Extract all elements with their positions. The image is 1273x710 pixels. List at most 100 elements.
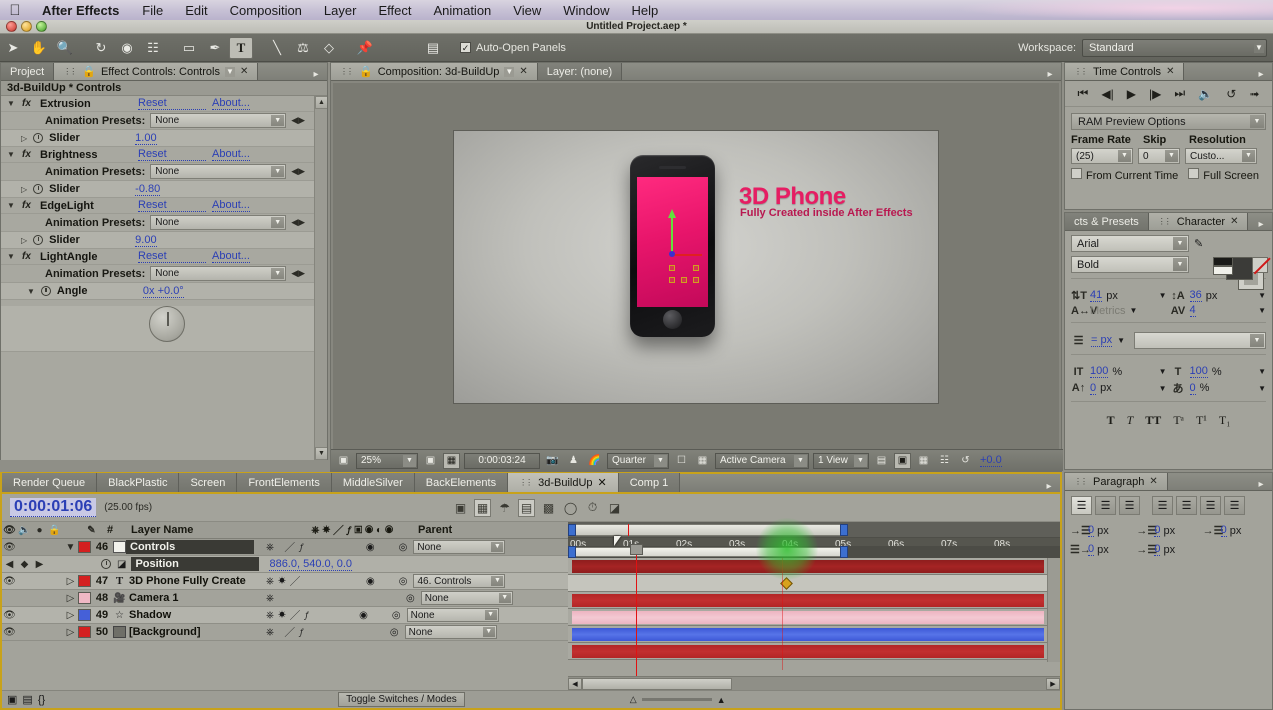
layer-color-chip[interactable] xyxy=(78,541,91,553)
layer-name[interactable]: Camera 1 xyxy=(126,592,254,604)
tab-blackplastic[interactable]: BlackPlastic xyxy=(97,473,180,492)
scroll-right-icon[interactable]: ▶ xyxy=(1046,677,1060,690)
layer-color-chip[interactable] xyxy=(78,609,91,621)
effect-param-row[interactable]: ▷ Slider -0.80 xyxy=(1,181,327,198)
close-icon[interactable]: ✕ xyxy=(1149,476,1157,487)
layer-color-chip[interactable] xyxy=(78,626,91,638)
bw-swatch[interactable] xyxy=(1213,257,1234,276)
effect-controls-scrollbar[interactable]: ▲ ▼ xyxy=(314,96,327,460)
navigator-start-handle[interactable] xyxy=(568,524,576,536)
layer-switches[interactable]: ⎈ xyxy=(266,593,274,604)
puppet-pin-tool[interactable]: 📌 xyxy=(353,37,377,59)
take-snapshot-icon[interactable]: 📷 xyxy=(544,453,561,469)
expression-icon[interactable]: {} xyxy=(38,694,45,706)
tab-time-controls[interactable]: ⋮⋮ Time Controls ✕ xyxy=(1065,63,1185,80)
font-style-select[interactable]: Bold ▼ xyxy=(1071,256,1189,273)
disclosure-triangle-icon[interactable]: ▷ xyxy=(63,576,78,587)
eraser-tool[interactable]: ◇ xyxy=(317,37,341,59)
composition-stage[interactable]: 3D Phone Fully Created inside After Effe… xyxy=(333,83,1059,451)
show-channel-icon[interactable]: 🌈 xyxy=(586,453,603,469)
stopwatch-icon[interactable] xyxy=(40,286,51,296)
layer-handle[interactable] xyxy=(669,265,675,271)
font-size-field[interactable]: ⇅T 41 px ▼ xyxy=(1071,289,1167,302)
pen-tool[interactable]: ✒ xyxy=(203,37,227,59)
video-toggle-icon[interactable]: 👁 xyxy=(2,576,17,587)
disclosure-triangle-icon[interactable]: ▷ xyxy=(21,236,27,245)
transparency-grid-icon[interactable]: ▦ xyxy=(694,453,711,469)
reset-link[interactable]: Reset xyxy=(138,250,206,263)
current-time-display[interactable]: 0:00:01:06 xyxy=(10,498,97,517)
skip-select[interactable]: 0 ▼ xyxy=(1138,148,1180,164)
chevron-down-icon[interactable]: ▼ xyxy=(1258,306,1266,315)
rotate-tool[interactable]: ↻ xyxy=(89,37,113,59)
tab-project[interactable]: Project xyxy=(1,63,55,80)
toggle-switches-modes-button[interactable]: Toggle Switches / Modes xyxy=(338,692,465,707)
apple-icon[interactable]:  xyxy=(0,2,30,19)
work-area-range[interactable] xyxy=(570,547,844,557)
draft-3d-icon[interactable]: ▦ xyxy=(474,498,492,517)
timeline-horizontal-scrollbar[interactable]: ◀ ▶ xyxy=(568,676,1060,690)
exposure-value[interactable]: +0.0 xyxy=(980,454,1002,467)
disclosure-triangle-icon[interactable]: ▼ xyxy=(7,99,16,108)
animation-presets-select[interactable]: None ▼ xyxy=(150,266,287,281)
playhead-line[interactable] xyxy=(636,546,637,694)
navigator-end-handle[interactable] xyxy=(840,524,848,536)
horizontal-scale-field[interactable]: T 100 % ▼ xyxy=(1171,365,1266,378)
preset-nav-arrows[interactable]: ◀▶ xyxy=(291,268,305,279)
graph-editor-icon[interactable]: ◪ xyxy=(606,499,623,517)
resolution-select[interactable]: Custo... ▼ xyxy=(1185,148,1257,164)
menu-effect[interactable]: Effect xyxy=(367,3,422,18)
frame-render-icon[interactable]: ▤ xyxy=(22,693,32,706)
play-icon[interactable]: ▶ xyxy=(1127,87,1136,101)
chevron-down-icon[interactable]: ▼ xyxy=(1159,367,1167,376)
layer-switches[interactable]: ⎈ ╱𝑓 xyxy=(266,542,308,553)
zoom-tool[interactable]: 🔍 xyxy=(53,37,77,59)
tab-layer[interactable]: Layer: (none) xyxy=(537,63,623,80)
preset-nav-arrows[interactable]: ◀▶ xyxy=(291,115,305,126)
parent-select[interactable]: 46. Controls ▼ xyxy=(413,574,506,588)
panel-menu-icon[interactable]: ▸ xyxy=(1250,479,1272,490)
menu-view[interactable]: View xyxy=(502,3,552,18)
disclosure-triangle-icon[interactable]: ▷ xyxy=(63,593,78,604)
app-name-menu[interactable]: After Effects xyxy=(30,3,131,18)
disclosure-triangle-icon[interactable]: ▼ xyxy=(7,252,16,261)
track-row-property[interactable] xyxy=(568,575,1060,592)
align-left-icon[interactable]: ☰ xyxy=(1071,496,1092,515)
small-caps-style-icon[interactable]: Tᵃ xyxy=(1173,413,1184,428)
zoom-select[interactable]: 25% ▼ xyxy=(356,452,418,469)
font-family-select[interactable]: Arial ▼ xyxy=(1071,235,1189,252)
menu-layer[interactable]: Layer xyxy=(313,3,368,18)
tab-character[interactable]: ⋮⋮ Character ✕ xyxy=(1148,213,1249,230)
all-caps-style-icon[interactable]: TT xyxy=(1145,413,1161,428)
comp-flowchart-icon[interactable]: ▣ xyxy=(7,693,17,706)
3d-layer-icon[interactable]: ◉ xyxy=(366,576,375,587)
timeline-vertical-scrollbar[interactable] xyxy=(1047,558,1060,662)
layer-color-chip[interactable] xyxy=(78,592,91,604)
time-navigator[interactable] xyxy=(568,522,1060,538)
indent-right-value[interactable]: 0 xyxy=(1220,524,1227,537)
reset-link[interactable]: Reset xyxy=(138,97,206,110)
tab-frontelements[interactable]: FrontElements xyxy=(237,473,332,492)
parent-pickwhip-icon[interactable]: ◎ xyxy=(399,542,408,553)
zoom-slider[interactable] xyxy=(641,698,712,701)
parent-pickwhip-icon[interactable]: ◎ xyxy=(406,593,415,604)
preset-nav-arrows[interactable]: ◀▶ xyxy=(291,166,305,177)
disclosure-triangle-icon[interactable]: ▼ xyxy=(63,542,78,553)
3d-axis-gizmo[interactable] xyxy=(663,209,709,283)
layer-bar[interactable] xyxy=(572,628,1044,641)
layer-handle[interactable] xyxy=(693,277,699,283)
playhead-handle[interactable] xyxy=(630,544,643,555)
no-color-icon[interactable] xyxy=(1252,257,1268,273)
close-icon[interactable]: ✕ xyxy=(598,476,607,489)
selection-tool[interactable]: ➤ xyxy=(1,37,25,59)
disclosure-triangle-icon[interactable]: ▼ xyxy=(7,150,16,159)
close-icon[interactable]: ✕ xyxy=(519,66,527,77)
menu-file[interactable]: File xyxy=(131,3,174,18)
toggle-mask-icon[interactable]: ☐ xyxy=(673,453,690,469)
indent-first-line-value[interactable]: 0 xyxy=(1154,524,1161,537)
previous-keyframe-icon[interactable]: ◀ xyxy=(2,559,17,570)
tab-screen[interactable]: Screen xyxy=(179,473,238,492)
disclosure-triangle-icon[interactable]: ▼ xyxy=(27,287,35,296)
justify-last-left-icon[interactable]: ☰ xyxy=(1152,496,1173,515)
parent-select[interactable]: None ▼ xyxy=(413,540,506,554)
